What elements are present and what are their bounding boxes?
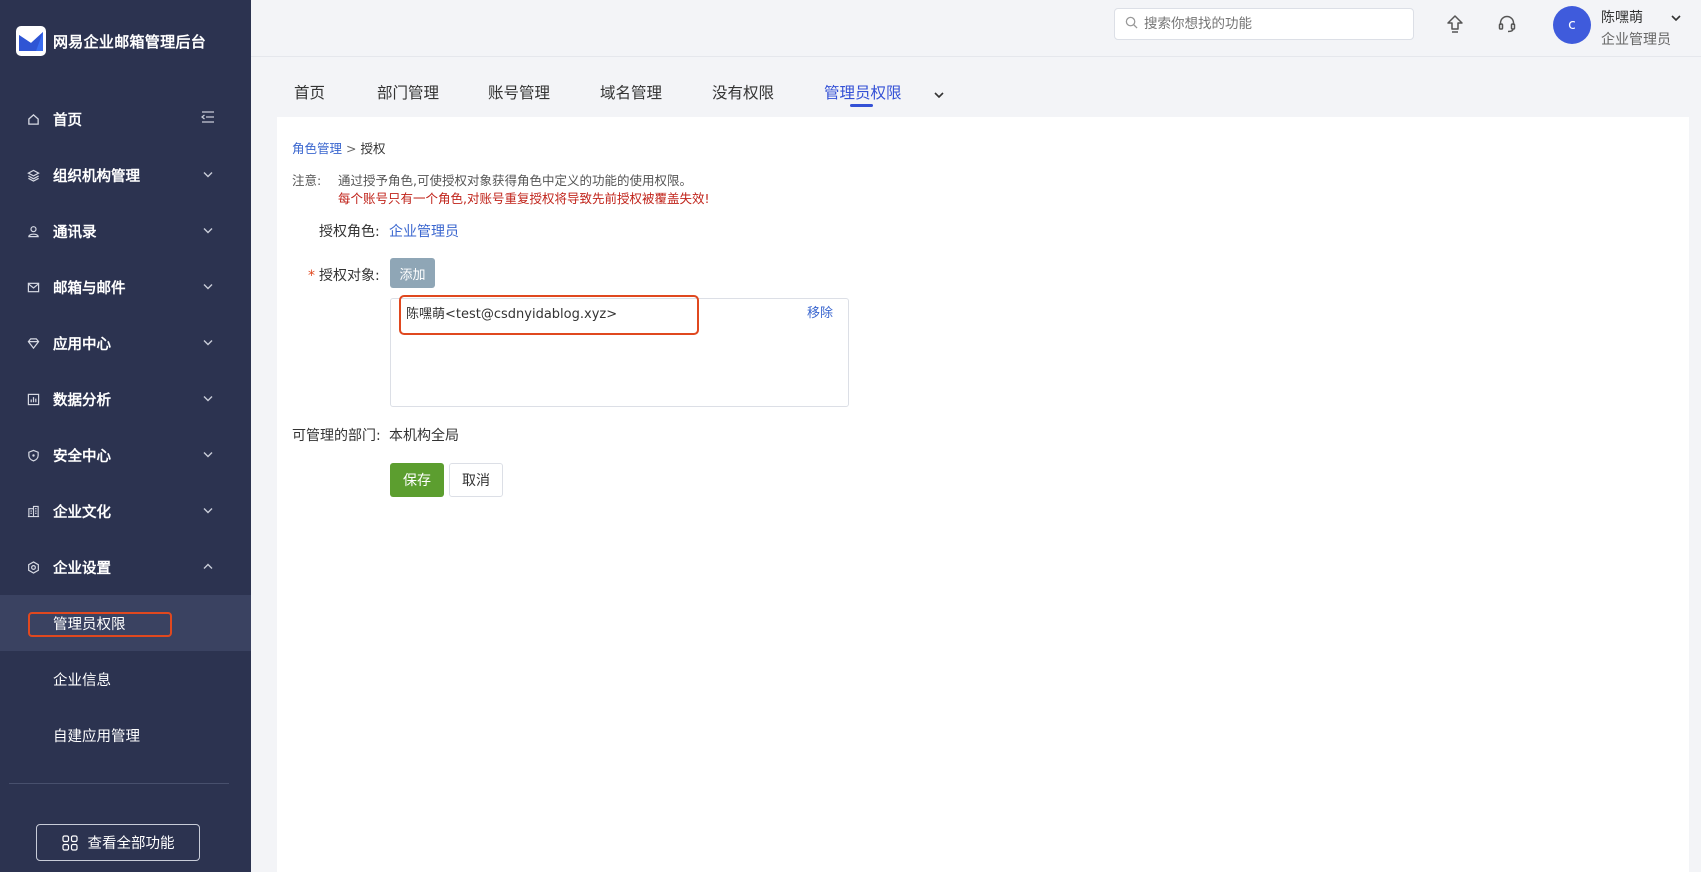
app-icon	[26, 336, 40, 350]
highlight-annotation	[28, 612, 172, 637]
brand-name: 网易企业邮箱管理后台	[53, 32, 207, 51]
chevron-down-icon	[203, 338, 213, 349]
sidebar-item-label: 邮箱与邮件	[53, 280, 126, 297]
cancel-button[interactable]: 取消	[449, 463, 503, 497]
role-value-link[interactable]: 企业管理员	[389, 221, 459, 241]
sidebar-item-settings[interactable]: 企业设置	[0, 539, 251, 595]
upload-icon[interactable]	[1444, 13, 1466, 35]
mail-icon	[26, 280, 40, 294]
sidebar-item-apps[interactable]: 应用中心	[0, 315, 251, 371]
breadcrumb-current: 授权	[360, 141, 386, 156]
dept-value: 本机构全局	[389, 428, 459, 444]
sidebar-item-label: 首页	[53, 112, 82, 129]
sidebar-subitem-company-info[interactable]: 企业信息	[0, 651, 251, 707]
grid-icon	[61, 834, 78, 851]
sidebar-subitem-label: 自建应用管理	[53, 728, 140, 745]
sidebar-subitem-admin-permissions[interactable]: 管理员权限	[0, 595, 251, 651]
sidebar-item-label: 企业设置	[53, 560, 111, 577]
sidebar-item-label: 通讯录	[53, 224, 97, 241]
search-icon	[1125, 16, 1138, 33]
avatar[interactable]: c	[1553, 6, 1591, 44]
highlight-annotation	[399, 295, 699, 335]
view-all-features-button[interactable]: 查看全部功能	[36, 824, 200, 861]
sidebar-item-label: 安全中心	[53, 448, 111, 465]
chevron-down-icon[interactable]	[1671, 9, 1681, 25]
building-icon	[26, 504, 40, 518]
tab-departments[interactable]: 部门管理	[377, 81, 439, 103]
chart-icon	[26, 392, 40, 406]
note-label: 注意:	[292, 173, 322, 188]
sidebar: 网易企业邮箱管理后台 首页 组织机构管理 通讯录 邮箱与邮件 应用中心 数据分析…	[0, 0, 251, 872]
sidebar-subitem-label: 企业信息	[53, 672, 111, 689]
sidebar-item-label: 企业文化	[53, 504, 111, 521]
sidebar-item-contacts[interactable]: 通讯录	[0, 203, 251, 259]
target-label-text: 授权对象:	[319, 268, 380, 284]
chevron-down-icon	[203, 226, 213, 237]
breadcrumb-role-management[interactable]: 角色管理	[292, 141, 342, 156]
sidebar-item-label: 数据分析	[53, 392, 111, 409]
breadcrumb-separator: >	[346, 141, 357, 156]
netease-mail-logo-icon	[16, 26, 46, 56]
tab-domains[interactable]: 域名管理	[600, 81, 662, 103]
home-icon	[26, 112, 40, 126]
search-box[interactable]	[1114, 8, 1414, 40]
breadcrumb: 角色管理 > 授权	[292, 138, 386, 157]
brand[interactable]: 网易企业邮箱管理后台	[16, 26, 206, 56]
sidebar-item-home[interactable]: 首页	[0, 91, 251, 147]
sidebar-subitem-custom-apps[interactable]: 自建应用管理	[0, 707, 251, 763]
chevron-down-icon	[203, 282, 213, 293]
add-target-button[interactable]: 添加	[390, 258, 435, 288]
target-label: * 授权对象:	[308, 265, 380, 285]
chevron-up-icon	[203, 562, 213, 573]
tab-no-permission[interactable]: 没有权限	[712, 81, 774, 103]
remove-target-link[interactable]: 移除	[807, 302, 833, 321]
dept-label: 可管理的部门:	[292, 428, 381, 444]
chevron-down-icon	[203, 450, 213, 461]
headset-support-icon[interactable]	[1496, 13, 1518, 35]
sidebar-item-org[interactable]: 组织机构管理	[0, 147, 251, 203]
active-tab-indicator	[850, 104, 873, 107]
sidebar-item-culture[interactable]: 企业文化	[0, 483, 251, 539]
view-all-label: 查看全部功能	[87, 836, 175, 852]
tabs-more-chevron-icon[interactable]	[934, 86, 944, 102]
sidebar-nav: 首页 组织机构管理 通讯录 邮箱与邮件 应用中心 数据分析 安全中心 企业文化 …	[0, 91, 251, 763]
sidebar-divider	[9, 783, 229, 784]
warning-text: 每个账号只有一个角色,对账号重复授权将导致先前授权被覆盖失效!	[338, 191, 710, 206]
user-role: 企业管理员	[1601, 32, 1671, 48]
save-button[interactable]: 保存	[390, 463, 444, 497]
sidebar-item-analytics[interactable]: 数据分析	[0, 371, 251, 427]
collapse-menu-icon[interactable]	[200, 111, 215, 127]
sidebar-item-security[interactable]: 安全中心	[0, 427, 251, 483]
top-bar: c 陈嘿萌 企业管理员	[251, 0, 1701, 57]
sidebar-item-label: 组织机构管理	[53, 168, 140, 185]
required-mark: *	[308, 268, 315, 284]
chevron-down-icon	[203, 170, 213, 181]
settings-icon	[26, 560, 40, 574]
tab-accounts[interactable]: 账号管理	[488, 81, 550, 103]
org-icon	[26, 168, 40, 182]
content-panel: 角色管理 > 授权 注意: 通过授予角色,可使授权对象获得角色中定义的功能的使用权限…	[277, 117, 1689, 872]
tab-bar: 首页 部门管理 账号管理 域名管理 没有权限 管理员权限	[251, 57, 1701, 117]
shield-icon	[26, 448, 40, 462]
tab-admin-permissions[interactable]: 管理员权限	[824, 81, 902, 103]
sidebar-item-label: 应用中心	[53, 336, 111, 353]
sidebar-item-mail[interactable]: 邮箱与邮件	[0, 259, 251, 315]
user-name[interactable]: 陈嘿萌	[1601, 7, 1643, 27]
tab-home[interactable]: 首页	[294, 81, 325, 103]
note-text: 通过授予角色,可使授权对象获得角色中定义的功能的使用权限。	[338, 173, 692, 188]
role-label: 授权角色:	[319, 224, 380, 240]
chevron-down-icon	[203, 394, 213, 405]
search-input[interactable]	[1144, 16, 1394, 32]
chevron-down-icon	[203, 506, 213, 517]
contacts-icon	[26, 224, 40, 238]
